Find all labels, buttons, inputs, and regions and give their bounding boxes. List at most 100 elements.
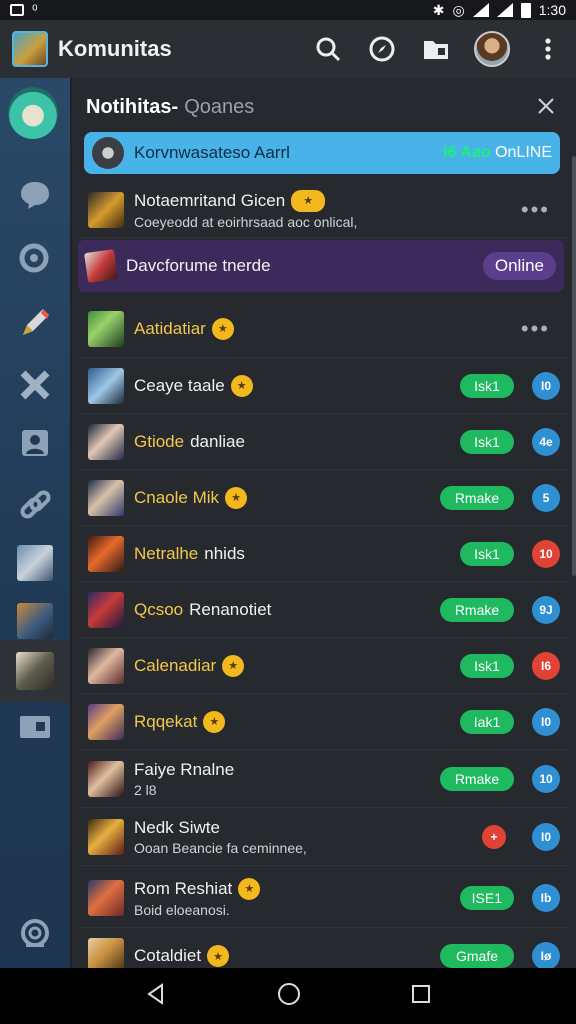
list-item[interactable]: Cnaole Mik ★ Rmake 5 xyxy=(80,470,568,526)
back-icon[interactable] xyxy=(144,982,168,1011)
status-pill[interactable]: Isk1 xyxy=(460,429,514,454)
item-name: Faiye Rnalne xyxy=(134,759,235,779)
cross-icon[interactable] xyxy=(10,360,60,410)
item-name-highlight: Qcsoo xyxy=(134,599,184,619)
item-thumbnail xyxy=(88,535,124,572)
community-logo[interactable] xyxy=(8,87,58,139)
online-button[interactable]: Online xyxy=(482,252,556,280)
star-badge-icon: ★ xyxy=(203,710,226,733)
list-item[interactable]: Aatidatiar ★ ••• xyxy=(80,300,568,358)
item-name: Cnaole Mik xyxy=(134,487,220,507)
item-name: Notaemritand Gicen xyxy=(134,190,286,210)
chat-icon[interactable] xyxy=(10,170,60,220)
item-thumbnail xyxy=(84,249,118,283)
alarm-icon: ◎ xyxy=(452,1,465,18)
item-thumbnail xyxy=(88,191,124,228)
bluetooth-icon: ✱ xyxy=(432,1,445,18)
item-thumbnail xyxy=(88,938,124,968)
folder-icon[interactable] xyxy=(10,702,60,752)
list-item[interactable]: Netralhe nhids Isk1 10 xyxy=(80,526,568,582)
item-name-highlight: Gtiode xyxy=(134,431,185,451)
item-thumbnail xyxy=(88,367,124,404)
list-item[interactable]: Nedk Siwte Ooan Beancie fa ceminnee, + I… xyxy=(80,808,568,866)
settings-icon[interactable] xyxy=(10,908,60,958)
close-icon[interactable] xyxy=(534,94,558,118)
count-badge: Iø xyxy=(532,942,560,968)
item-name: Renanotiet xyxy=(189,599,272,619)
avatar[interactable] xyxy=(474,31,510,67)
star-badge-icon: ★ xyxy=(225,486,248,509)
list-item[interactable]: Rom Reshiat ★ Boid eloeanosi. ISE1 Ib xyxy=(80,868,568,928)
folder-icon[interactable] xyxy=(420,33,452,65)
count-badge: 10 xyxy=(532,539,560,568)
item-thumbnail xyxy=(88,879,124,916)
count-badge: 9J xyxy=(532,595,560,624)
home-icon[interactable] xyxy=(277,982,301,1011)
compass-icon[interactable] xyxy=(366,33,398,65)
status-pill[interactable]: Isk1 xyxy=(460,373,514,398)
status-pill[interactable]: Rmake xyxy=(440,766,514,791)
count-badge: I6 xyxy=(532,651,560,680)
status-pill[interactable]: ISE1 xyxy=(459,885,514,910)
item-desc: Boid eloeanosi. xyxy=(134,901,230,918)
game-icon[interactable] xyxy=(0,640,70,702)
list-item[interactable]: Cotaldiet ★ Gmafe Iø xyxy=(80,930,568,968)
item-thumbnail xyxy=(88,310,124,347)
recents-icon[interactable] xyxy=(410,983,432,1010)
status-pill[interactable]: Isk1 xyxy=(460,653,514,678)
scrollbar[interactable] xyxy=(572,156,576,576)
status-pill[interactable]: Rmake xyxy=(440,597,514,622)
list-item[interactable]: Faiye Rnalne 2 l8 Rmake 10 xyxy=(80,750,568,808)
status-pill[interactable]: Rmake xyxy=(440,485,514,510)
list-item[interactable]: Gtiode danliae Isk1 4e xyxy=(80,414,568,470)
item-name: Aatidatiar xyxy=(134,318,206,338)
status-pill[interactable]: Gmafe xyxy=(440,944,514,968)
sidebar xyxy=(0,78,70,968)
item-desc: 2 l8 xyxy=(134,781,157,798)
star-badge-icon: ★ xyxy=(222,654,245,677)
panel-header: Notihitas- Qoanes xyxy=(86,92,566,122)
list-item[interactable]: Qcsoo Renanotiet Rmake 9J xyxy=(80,582,568,638)
list-item[interactable]: Notaemritand Gicen ★ Coeyeodd at eoirhrsa… xyxy=(80,182,568,238)
item-name: danliae xyxy=(190,431,245,451)
more-horiz-icon[interactable]: ••• xyxy=(521,197,550,223)
banner-status: I6 Aao OnLINE xyxy=(443,144,552,161)
count-badge: I0 xyxy=(532,707,560,736)
item-thumbnail xyxy=(88,760,124,797)
list-item-highlighted[interactable]: Davcforume tnerde Online xyxy=(78,240,564,292)
status-left-text: ⁰ xyxy=(32,1,38,18)
star-badge-icon: ★ xyxy=(207,945,230,967)
item-desc: Coeyeodd at eoirhrsaad aoc onlical, xyxy=(134,213,358,230)
online-banner[interactable]: Korvnwasateso Aarrl I6 Aao OnLINE xyxy=(84,132,560,174)
game-icon[interactable] xyxy=(10,538,60,588)
signal-icon xyxy=(496,3,513,17)
star-badge-icon: ★ xyxy=(211,317,234,340)
link-icon[interactable] xyxy=(10,480,60,530)
more-vert-icon[interactable] xyxy=(532,33,564,65)
search-icon[interactable] xyxy=(312,33,344,65)
search-icon[interactable] xyxy=(10,234,60,284)
list-item[interactable]: Rqqekat ★ Iak1 I0 xyxy=(80,694,568,750)
item-thumbnail xyxy=(88,423,124,460)
status-pill[interactable]: Isk1 xyxy=(460,541,514,566)
banner-name: Korvnwasateso Aarrl xyxy=(134,143,290,162)
app-title: Komunitas xyxy=(58,36,172,61)
pencil-icon[interactable] xyxy=(10,298,60,348)
star-badge-icon: ★ xyxy=(291,189,326,212)
game-icon[interactable] xyxy=(10,596,60,646)
more-horiz-icon[interactable]: ••• xyxy=(521,316,550,342)
status-pill[interactable]: Iak1 xyxy=(460,709,514,734)
item-name: Calenadiar xyxy=(134,655,217,675)
item-name: Rqqekat xyxy=(134,711,198,731)
battery-icon xyxy=(520,2,531,18)
count-badge: Ib xyxy=(532,883,560,912)
app-logo xyxy=(12,31,48,67)
panel-subtitle: Qoanes xyxy=(184,95,255,118)
list-item[interactable]: Ceaye taale ★ Isk1 I0 xyxy=(80,358,568,414)
list-item[interactable]: Calenadiar ★ Isk1 I6 xyxy=(80,638,568,694)
app-bar: Komunitas xyxy=(0,20,576,78)
clock: 1:30 xyxy=(538,2,566,18)
item-desc: Ooan Beancie fa ceminnee, xyxy=(134,839,307,856)
count-badge: I0 xyxy=(532,371,560,400)
contact-icon[interactable] xyxy=(10,418,60,468)
